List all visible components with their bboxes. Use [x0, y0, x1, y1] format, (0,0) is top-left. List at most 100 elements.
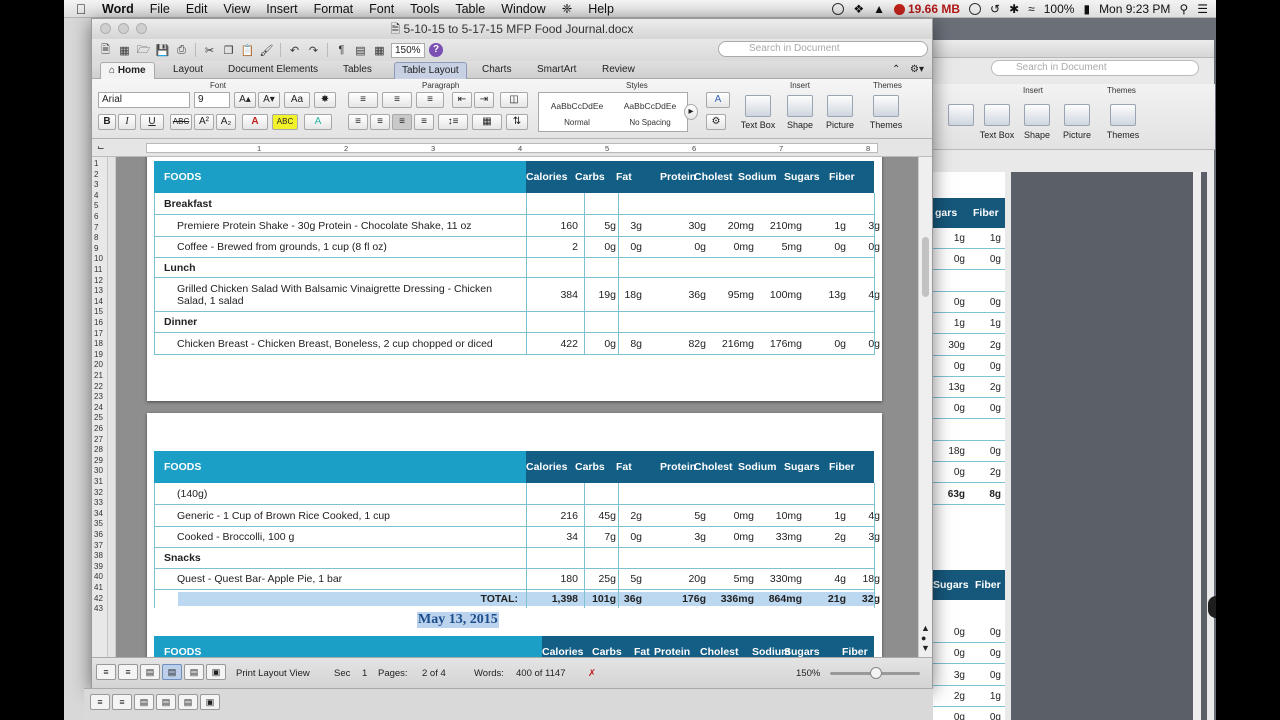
tab-smartart[interactable]: SmartArt — [537, 64, 576, 75]
bg-text-box-button[interactable]: Text Box — [975, 104, 1019, 140]
food-row[interactable]: Quest - Quest Bar- Apple Pie, 1 bar 180 25… — [154, 569, 880, 590]
style-settings-button[interactable]: ⚙ — [706, 114, 726, 130]
redo-icon[interactable]: ↷ — [306, 43, 321, 57]
ruler[interactable]: ⌙ 1 2 3 4 5 6 7 8 — [92, 139, 932, 157]
columns-button[interactable]: ◫ — [500, 92, 528, 108]
section-row[interactable]: Lunch — [154, 258, 874, 278]
change-case-button[interactable]: Aa — [284, 92, 310, 108]
status-icon[interactable] — [832, 3, 845, 15]
section-row[interactable]: Breakfast — [154, 193, 874, 215]
menu-file[interactable]: File — [142, 2, 178, 16]
close-button[interactable] — [100, 23, 111, 34]
decrease-indent-button[interactable]: ⇤ — [452, 92, 472, 108]
ruler-bar[interactable]: 1 2 3 4 5 6 7 8 — [146, 143, 878, 153]
spotlight-icon[interactable]: ⚲ — [1179, 2, 1188, 16]
copy-icon[interactable]: ❐ — [221, 43, 236, 57]
bullets-button[interactable]: ≡ — [348, 92, 378, 108]
bluetooth-icon[interactable]: ✱ — [1009, 2, 1019, 16]
bg-search-input[interactable]: Search in Document — [991, 60, 1199, 76]
vertical-scrollbar[interactable]: ▲ ● ▼ — [918, 157, 932, 657]
section-row[interactable]: Snacks — [154, 548, 874, 569]
draft-view-icon[interactable]: ≡ — [96, 664, 116, 680]
font-size-select[interactable]: 9 — [194, 92, 230, 108]
sort-button[interactable]: ⇅ — [506, 114, 528, 130]
templates-icon[interactable]: ▦ — [117, 43, 132, 57]
food-row[interactable]: Chicken Breast - Chicken Breast, Boneles… — [154, 333, 880, 355]
themes-button[interactable]: Themes — [864, 95, 908, 130]
menu-edit[interactable]: Edit — [178, 2, 216, 16]
food-row[interactable]: Generic - 1 Cup of Brown Rice Cooked, 1 … — [154, 505, 880, 527]
focus-view-icon[interactable]: ▣ — [200, 694, 220, 710]
print-layout-view-icon[interactable]: ▤ — [156, 694, 176, 710]
notebook-view-icon[interactable]: ▤ — [178, 694, 198, 710]
time-machine-icon[interactable]: ↺ — [990, 2, 1000, 16]
tab-review[interactable]: Review — [602, 64, 635, 75]
save-icon[interactable]: 💾 — [155, 43, 170, 57]
focus-view-icon[interactable]: ▣ — [206, 664, 226, 680]
tab-table-layout[interactable]: Table Layout — [394, 62, 467, 79]
date-heading[interactable]: May 13, 2015 — [417, 612, 499, 628]
battery-label[interactable]: 100% — [1044, 2, 1075, 16]
font-name-select[interactable]: Arial — [98, 92, 190, 108]
zoom-slider-knob[interactable] — [870, 667, 882, 679]
notification-center-icon[interactable]: ☰ — [1197, 2, 1208, 16]
borders-button[interactable]: ▦ — [472, 114, 502, 130]
shape-button[interactable]: Shape — [778, 95, 822, 130]
menu-help[interactable]: Help — [580, 2, 622, 16]
scrollbar-thumb[interactable] — [922, 237, 929, 297]
gallery-icon[interactable]: ▦ — [372, 43, 387, 57]
open-icon[interactable]: 🗁 — [136, 43, 151, 57]
collapse-ribbon-icon[interactable]: ⌃ — [892, 64, 900, 75]
undo-icon[interactable]: ↶ — [287, 43, 302, 57]
shrink-font-button[interactable]: A▾ — [258, 92, 280, 108]
tab-tables[interactable]: Tables — [343, 64, 372, 75]
battery-icon[interactable]: ▮ — [1083, 2, 1090, 16]
bg-scrollbar[interactable] — [1193, 172, 1201, 720]
superscript-button[interactable]: A² — [194, 114, 214, 130]
text-effects-button[interactable]: A — [304, 114, 332, 130]
format-painter-icon[interactable]: 🖌 — [259, 43, 274, 57]
menu-app-name[interactable]: Word — [98, 2, 142, 16]
menu-format[interactable]: Format — [306, 2, 362, 16]
section-row[interactable]: Dinner — [154, 312, 874, 333]
help-icon[interactable]: ? — [429, 43, 443, 57]
proofing-error-icon[interactable]: ✗ — [588, 668, 596, 679]
memory-indicator[interactable]: 19.66 MB — [894, 2, 960, 16]
sidebar-icon[interactable]: ▤ — [353, 43, 368, 57]
menu-table[interactable]: Table — [447, 2, 493, 16]
subscript-button[interactable]: A₂ — [216, 114, 236, 130]
menu-tools[interactable]: Tools — [402, 2, 447, 16]
food-row[interactable]: Grilled Chicken Salad With Balsamic Vina… — [154, 278, 880, 312]
browse-object-icon[interactable]: ● — [921, 633, 926, 643]
clock[interactable]: Mon 9:23 PM — [1099, 2, 1170, 16]
wifi-icon[interactable]: ≈ — [1028, 2, 1035, 16]
menu-insert[interactable]: Insert — [258, 2, 305, 16]
menu-window[interactable]: Window — [493, 2, 553, 16]
multilevel-list-button[interactable]: ≡ — [416, 92, 444, 108]
bg-picture-button[interactable]: Picture — [1055, 104, 1099, 140]
publishing-view-icon[interactable]: ▤ — [134, 694, 154, 710]
picture-button[interactable]: Picture — [818, 95, 862, 130]
show-formatting-icon[interactable]: ¶ — [334, 43, 349, 57]
clear-formatting-button[interactable]: ✸ — [314, 92, 336, 108]
style-no-spacing[interactable]: AaBbCcDdEe No Spacing — [614, 94, 686, 130]
tab-charts[interactable]: Charts — [482, 64, 511, 75]
record-icon[interactable] — [969, 3, 982, 15]
menu-font[interactable]: Font — [361, 2, 402, 16]
paste-icon[interactable]: 📋 — [240, 43, 255, 57]
underline-button[interactable]: U — [140, 114, 164, 130]
align-right-button[interactable]: ≡ — [392, 114, 412, 130]
numbering-button[interactable]: ≡ — [382, 92, 412, 108]
tab-stop-icon[interactable]: ⌙ — [97, 142, 105, 153]
outline-view-icon[interactable]: ≡ — [118, 664, 138, 680]
font-color-button[interactable]: A — [242, 114, 268, 130]
zoom-button[interactable] — [136, 23, 147, 34]
food-row[interactable]: (140g) — [154, 483, 874, 505]
increase-indent-button[interactable]: ⇥ — [474, 92, 494, 108]
new-document-icon[interactable]: 🗎 — [98, 43, 113, 57]
align-center-button[interactable]: ≡ — [370, 114, 390, 130]
tab-document-elements[interactable]: Document Elements — [228, 64, 318, 75]
justify-button[interactable]: ≡ — [414, 114, 434, 130]
apple-icon[interactable]:  — [64, 1, 98, 17]
text-box-button[interactable]: Text Box — [736, 95, 780, 130]
